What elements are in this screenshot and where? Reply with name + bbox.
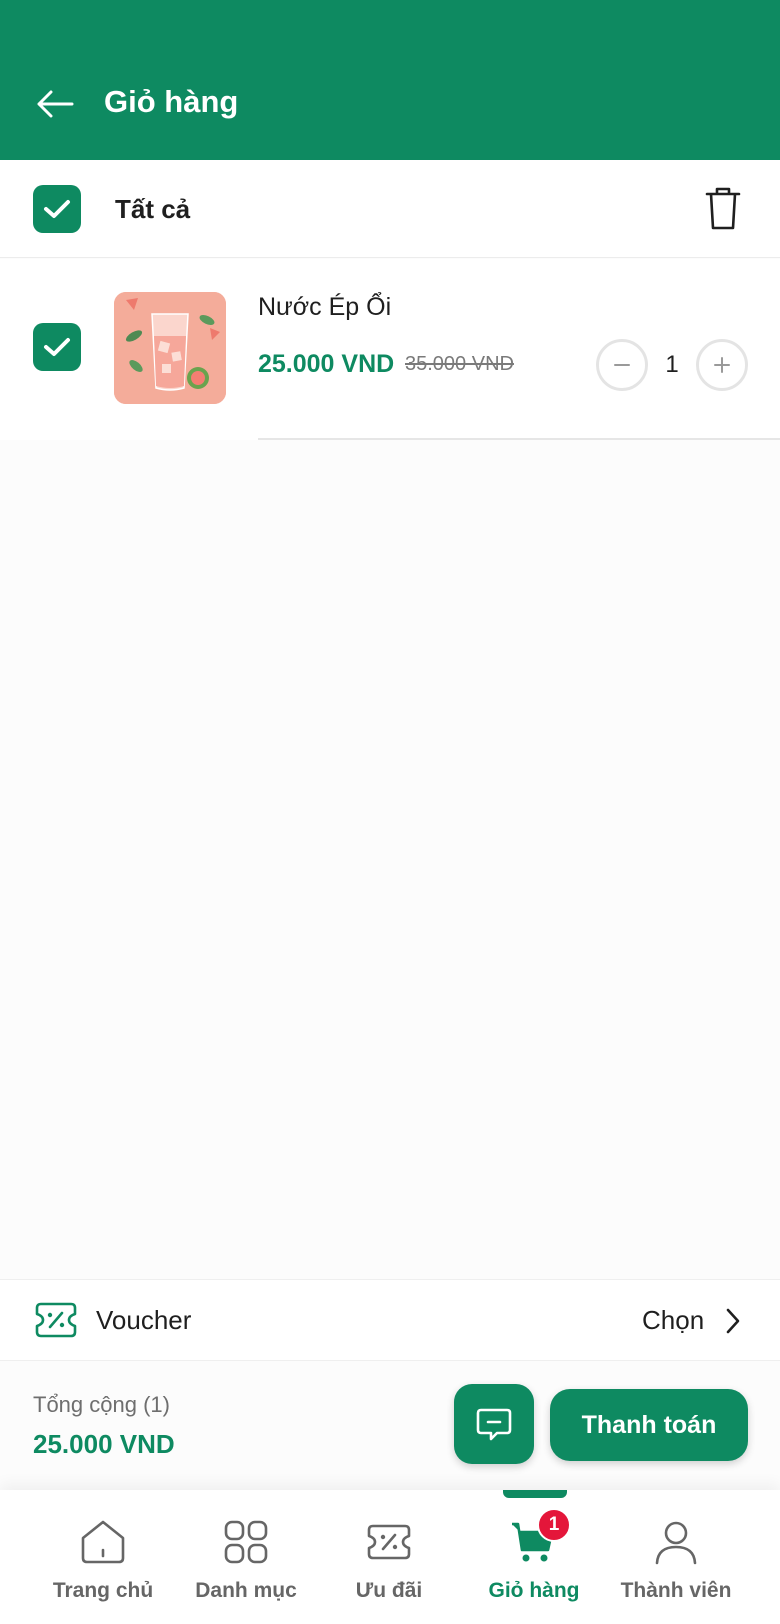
- total-label: Tổng cộng (1): [33, 1392, 170, 1417]
- back-button[interactable]: [34, 84, 76, 124]
- minus-icon: [614, 364, 630, 366]
- cart-count-badge: 1: [537, 1508, 571, 1542]
- grid-icon: [224, 1520, 268, 1564]
- trash-icon[interactable]: [704, 184, 742, 232]
- nav-item-home[interactable]: Trang chủ: [28, 1490, 178, 1624]
- decrease-quantity-button[interactable]: [596, 339, 648, 391]
- product-name[interactable]: Nước Ép Ổi: [258, 290, 391, 324]
- arrow-left-icon: [37, 90, 74, 118]
- quantity-value: 1: [665, 351, 679, 378]
- product-image[interactable]: [114, 292, 226, 404]
- cart-item: Nước Ép Ổi 25.000 VND 35.000 VND 1: [0, 259, 780, 440]
- select-all-checkbox[interactable]: [33, 185, 81, 233]
- home-icon: [81, 1520, 125, 1564]
- voucher-label: Voucher: [96, 1305, 192, 1335]
- nav-label-categories: Danh mục: [195, 1579, 297, 1602]
- chevron-right-icon: [726, 1308, 740, 1334]
- select-all-label: Tất cả: [115, 194, 191, 224]
- checkmark-icon: [44, 200, 70, 218]
- nav-item-categories[interactable]: Danh mục: [171, 1490, 321, 1624]
- nav-label-member: Thành viên: [620, 1579, 732, 1602]
- checkmark-icon: [44, 338, 70, 356]
- nav-label-offers: Ưu đãi: [355, 1579, 423, 1602]
- nav-item-member[interactable]: Thành viên: [601, 1490, 751, 1624]
- product-price: 25.000 VND: [258, 350, 395, 378]
- bottom-navigation: Trang chủ Danh mục Ưu đãi Giỏ hàng 1 Thà…: [0, 1490, 780, 1624]
- chat-icon: [476, 1408, 512, 1441]
- nav-item-offers[interactable]: Ưu đãi: [314, 1490, 464, 1624]
- voucher-row[interactable]: Voucher Chọn: [0, 1279, 780, 1361]
- product-old-price: 35.000 VND: [405, 353, 514, 375]
- increase-quantity-button[interactable]: [696, 339, 748, 391]
- app-header: Giỏ hàng: [0, 0, 780, 160]
- nav-label-home: Trang chủ: [52, 1579, 154, 1602]
- voucher-icon: [35, 1302, 77, 1338]
- total-value: 25.000 VND: [33, 1429, 175, 1459]
- chat-button[interactable]: [454, 1384, 534, 1464]
- select-all-row: Tất cả: [0, 160, 780, 258]
- checkout-bar: Tổng cộng (1) 25.000 VND Thanh toán: [0, 1362, 780, 1490]
- user-icon: [655, 1521, 697, 1565]
- nav-label-cart: Giỏ hàng: [488, 1579, 580, 1602]
- item-checkbox[interactable]: [33, 323, 81, 371]
- voucher-choose-link[interactable]: Chọn: [642, 1302, 704, 1338]
- plus-icon: [714, 357, 730, 373]
- nav-item-cart[interactable]: Giỏ hàng: [459, 1490, 609, 1624]
- guava-juice-image: [114, 292, 226, 404]
- item-divider: [258, 438, 780, 440]
- checkout-button[interactable]: Thanh toán: [550, 1389, 748, 1461]
- page-title: Giỏ hàng: [104, 84, 239, 119]
- ticket-icon: [367, 1524, 411, 1560]
